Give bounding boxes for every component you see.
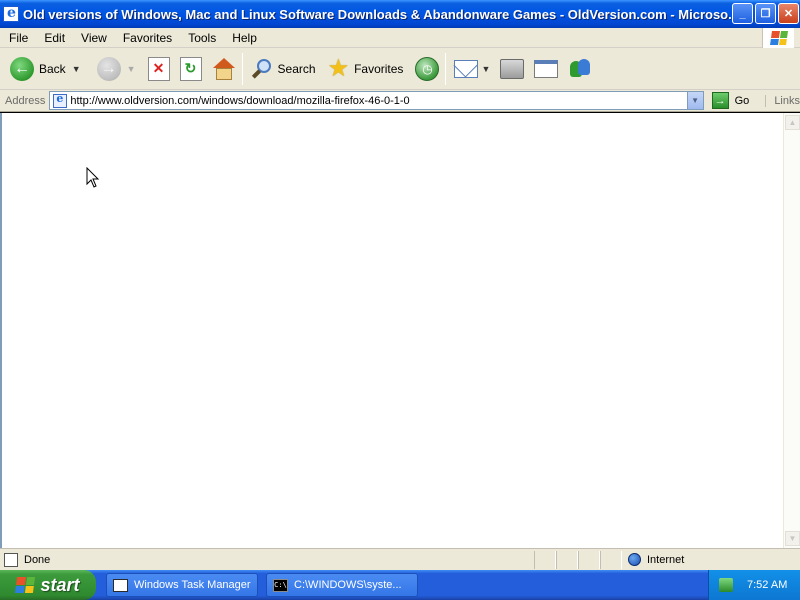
- title-bar[interactable]: Old versions of Windows, Mac and Linux S…: [0, 0, 800, 28]
- maximize-button[interactable]: ❐: [755, 3, 776, 24]
- home-button[interactable]: [210, 52, 238, 86]
- menu-file[interactable]: File: [0, 31, 36, 45]
- address-dropdown-icon[interactable]: ▼: [686, 92, 703, 109]
- status-panel: [600, 550, 622, 569]
- task-manager-icon: [113, 578, 128, 592]
- search-button[interactable]: Search: [249, 52, 318, 86]
- network-tray-icon[interactable]: [719, 578, 733, 592]
- print-button[interactable]: [498, 52, 526, 86]
- toolbar-separator: [445, 52, 447, 85]
- stop-button[interactable]: ✕: [146, 52, 172, 86]
- edit-button[interactable]: [532, 52, 560, 86]
- favorites-star-icon: ★: [327, 54, 350, 82]
- start-label: start: [40, 574, 80, 595]
- clock[interactable]: 7:52 AM: [747, 579, 787, 591]
- taskbar-item-task-manager[interactable]: Windows Task Manager: [106, 573, 258, 597]
- start-button[interactable]: start: [0, 570, 96, 600]
- internet-globe-icon: [628, 553, 641, 566]
- address-field[interactable]: ▼: [49, 91, 704, 110]
- address-label: Address: [5, 94, 46, 107]
- menu-favorites[interactable]: Favorites: [115, 31, 180, 45]
- stop-icon: ✕: [147, 56, 170, 81]
- taskbar-item-label: C:\WINDOWS\syste...: [294, 579, 402, 591]
- history-icon: ◷: [415, 56, 440, 81]
- edit-icon: [534, 59, 559, 78]
- menu-view[interactable]: View: [73, 31, 115, 45]
- status-panel: [556, 550, 578, 569]
- messenger-button[interactable]: [566, 52, 594, 86]
- windows-flag-icon: [15, 577, 36, 593]
- windows-flag-icon: [769, 31, 788, 45]
- windows-logo: [762, 28, 794, 48]
- scroll-up-icon[interactable]: ▲: [785, 115, 800, 130]
- back-dropdown-icon[interactable]: ▼: [72, 64, 81, 74]
- menu-bar: File Edit View Favorites Tools Help: [0, 28, 800, 48]
- back-button[interactable]: ← Back ▼: [8, 52, 83, 86]
- go-label: Go: [734, 94, 750, 107]
- page-content[interactable]: ▲ ▼: [0, 113, 800, 548]
- print-icon: [500, 58, 525, 79]
- forward-button[interactable]: → ▼: [95, 52, 138, 86]
- search-label: Search: [277, 61, 316, 76]
- back-label: Back: [39, 61, 66, 76]
- page-status-icon: [4, 552, 18, 567]
- home-icon: [212, 57, 236, 81]
- toolbar-separator: [241, 52, 243, 85]
- menu-tools[interactable]: Tools: [180, 31, 224, 45]
- favorites-label: Favorites: [354, 61, 404, 76]
- search-icon: [251, 58, 273, 80]
- ie-app-icon[interactable]: [3, 5, 19, 22]
- close-button[interactable]: ✕: [778, 3, 799, 24]
- go-arrow-icon: →: [711, 92, 729, 109]
- vertical-scrollbar[interactable]: ▲ ▼: [783, 113, 800, 548]
- links-button[interactable]: Links: [765, 94, 800, 107]
- taskbar-item-command-prompt[interactable]: C:\ C:\WINDOWS\syste...: [266, 573, 418, 597]
- status-panel: [534, 550, 556, 569]
- window-title: Old versions of Windows, Mac and Linux S…: [23, 6, 731, 22]
- address-bar: Address ▼ → Go Links: [0, 90, 800, 112]
- page-icon: [53, 92, 68, 108]
- security-zone[interactable]: Internet: [628, 553, 684, 566]
- status-panel: [578, 550, 600, 569]
- favorites-button[interactable]: ★ Favorites: [326, 52, 406, 86]
- messenger-icon: [568, 57, 592, 81]
- minimize-button[interactable]: _: [732, 3, 753, 24]
- system-tray: 7:52 AM: [708, 570, 800, 600]
- go-button[interactable]: → Go: [711, 92, 750, 109]
- taskbar-item-label: Windows Task Manager: [134, 579, 251, 591]
- back-arrow-icon: ←: [10, 56, 34, 81]
- command-prompt-icon: C:\: [273, 578, 288, 592]
- mail-button[interactable]: ▼: [452, 52, 492, 86]
- forward-arrow-icon: →: [96, 56, 121, 81]
- url-input[interactable]: [70, 92, 691, 109]
- menu-help[interactable]: Help: [224, 31, 265, 45]
- refresh-icon: ↻: [179, 56, 202, 81]
- status-bar: Done Internet: [0, 548, 800, 570]
- refresh-button[interactable]: ↻: [178, 52, 204, 86]
- history-button[interactable]: ◷: [413, 52, 441, 86]
- mouse-pointer-icon: [86, 166, 100, 192]
- scroll-down-icon[interactable]: ▼: [785, 531, 800, 546]
- standard-toolbar: ← Back ▼ → ▼ ✕ ↻ Search ★ Favorites ◷ ▼: [0, 48, 800, 90]
- zone-label: Internet: [647, 553, 685, 566]
- mail-icon: [454, 59, 479, 78]
- forward-dropdown-icon[interactable]: ▼: [127, 64, 136, 74]
- mail-dropdown-icon[interactable]: ▼: [481, 64, 490, 74]
- taskbar: start Windows Task Manager C:\ C:\WINDOW…: [0, 570, 800, 600]
- status-text: Done: [24, 553, 51, 566]
- menu-edit[interactable]: Edit: [36, 31, 73, 45]
